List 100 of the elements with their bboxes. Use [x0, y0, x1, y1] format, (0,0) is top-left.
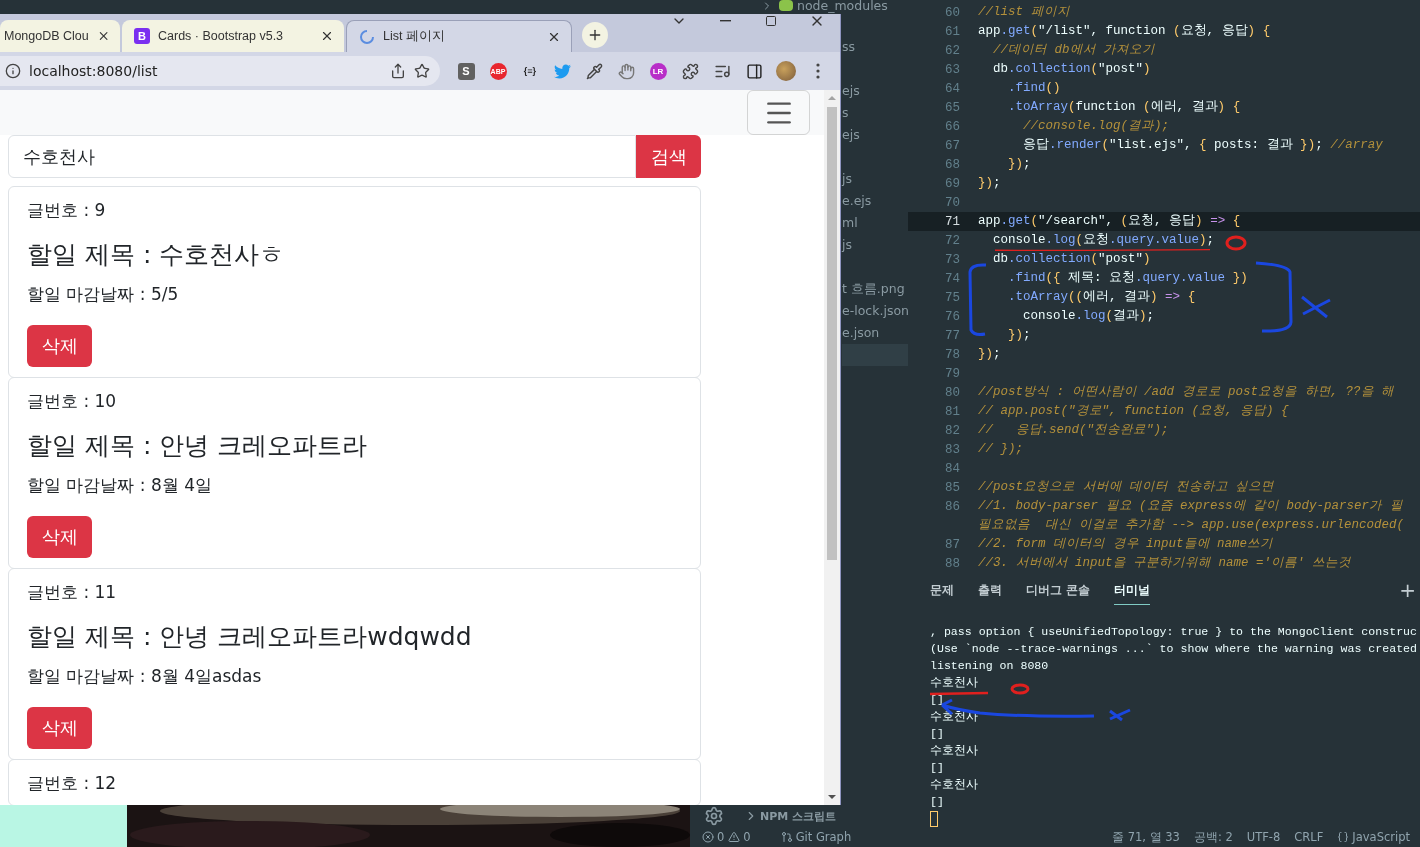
status-item[interactable]: 공백: 2 [1193, 829, 1233, 845]
code-line: //데이터 db에서 가져오기 [992, 42, 1156, 59]
line-number: 70 [944, 195, 960, 210]
file-name[interactable]: t 흐름.png [842, 283, 905, 295]
menu-toggle-button[interactable] [747, 90, 810, 135]
git-graph-status[interactable]: Git Graph [780, 830, 852, 844]
extension-icon: {≡} [523, 66, 537, 76]
extensions-icon [681, 62, 699, 80]
search-button[interactable]: 검색 [636, 135, 701, 178]
code-line: }); [978, 346, 1001, 363]
section-title[interactable]: NPM 스크립트 [760, 808, 837, 824]
maximize-icon [765, 15, 777, 27]
code-line: 필요없음 대신 이걸로 추가함 --> app.use(express.urlencoded( [978, 517, 1405, 534]
browser-tab[interactable]: MongoDB Clou [0, 20, 120, 52]
file-name[interactable]: ss [842, 41, 856, 53]
cross-mark [1108, 708, 1132, 722]
code-line: db.collection("post") [992, 61, 1151, 78]
line-number: 86 [944, 499, 960, 514]
code-line: //console.log(결과); [1022, 118, 1170, 135]
line-number: 63 [944, 62, 960, 77]
file-name[interactable]: s [842, 107, 849, 119]
code-line: // app.post("경로", function (요청, 응답) { [978, 403, 1289, 420]
file-name[interactable]: e-lock.json [842, 305, 909, 317]
post-due-date: 할일 마감날짜 : 8월 4일 [27, 474, 212, 497]
loading-spinner-icon [359, 28, 375, 45]
hand-icon [617, 62, 635, 80]
close-icon[interactable] [320, 29, 334, 43]
line-number: 71 [944, 214, 960, 229]
terminal-line: [] [930, 692, 944, 708]
panel-tab[interactable]: 출력 [978, 575, 1002, 605]
code-line: //3. 서버에서 input을 구분하기위해 name ='이름' 쓰는것 [978, 555, 1352, 572]
terminal-line: 수호천사 [930, 777, 978, 793]
scrollbar[interactable] [824, 90, 840, 805]
side-panel-icon [745, 62, 763, 80]
bootstrap-icon: B [134, 28, 150, 44]
panel-tab[interactable]: 터미널 [1114, 575, 1150, 605]
toolbar-button[interactable]: {≡} [514, 57, 546, 85]
code-line: //post요청으로 서버에 데이터 전송하고 싶으면 [978, 479, 1274, 496]
post-number: 글번호 : 9 [27, 199, 106, 222]
circle-mark [1010, 683, 1030, 695]
warnings-status[interactable]: 0 [728, 830, 751, 844]
code-line: console.log(결과); [1022, 308, 1155, 325]
post-due-date: 할일 마감날짜 : 8월 4일asdas [27, 665, 262, 688]
line-number: 74 [944, 271, 960, 286]
file-name[interactable]: js [842, 173, 852, 185]
line-number: 65 [944, 100, 960, 115]
toolbar-button[interactable]: LR [642, 57, 674, 85]
address-bar[interactable]: localhost:8080/list [0, 56, 440, 86]
status-item[interactable]: 줄 71, 열 33 [1112, 829, 1180, 845]
code-line: .toArray((에러, 결과) => { [1007, 289, 1196, 306]
terminal-line: [] [930, 760, 944, 776]
line-number: 69 [944, 176, 960, 191]
braces-icon [1337, 831, 1350, 843]
file-name[interactable]: ml [842, 217, 858, 229]
panel-tab[interactable]: 디버그 콘솔 [1026, 575, 1090, 605]
extension-icon: LR [649, 62, 667, 80]
terminal-line: [] [930, 794, 944, 810]
terminal-line: 수호천사 [930, 743, 978, 759]
plus-icon [587, 27, 603, 43]
post-title: 할일 제목 : 안녕 크레오파트라wdqwdd [27, 621, 472, 653]
errors-status[interactable]: 0 [702, 830, 725, 844]
toolbar-button[interactable]: S [450, 57, 482, 85]
status-item[interactable]: CRLF [1294, 829, 1324, 845]
file-name[interactable]: ejs [842, 129, 860, 141]
delete-button[interactable]: 삭제 [27, 516, 92, 558]
file-name[interactable]: node_modules [797, 0, 888, 12]
line-number: 75 [944, 290, 960, 305]
panel-tab[interactable]: 문제 [930, 575, 954, 605]
code-line: .find({ 제목: 요청.query.value }) [1007, 270, 1248, 287]
eyedropper-icon [585, 62, 603, 80]
post-number: 글번호 : 11 [27, 581, 117, 604]
search-field[interactable]: 수호천사 [8, 135, 636, 178]
line-number: 61 [944, 24, 960, 39]
file-name[interactable]: e.json [842, 327, 880, 339]
file-name[interactable]: e.ejs [842, 195, 872, 207]
status-item[interactable]: JavaScript [1337, 829, 1410, 845]
code-line: //2. form 데이터의 경우 input들에 name쓰기 [978, 536, 1274, 553]
new-tab-button[interactable] [582, 22, 608, 48]
error-icon [702, 831, 714, 843]
browser-tab[interactable]: List 페이지 [346, 20, 572, 52]
post-number: 글번호 : 10 [27, 390, 117, 413]
code-line: app.get("/list", function (요청, 응답) { [978, 23, 1271, 40]
file-name[interactable]: js [842, 239, 852, 251]
code-line: 응답.render("list.ejs", { posts: 결과 }); //array [1022, 137, 1383, 154]
file-name[interactable]: ejs [842, 85, 860, 97]
underline-mark [929, 691, 989, 696]
code-line: .toArray(function (에러, 결과) { [1007, 99, 1241, 116]
menu-icon [816, 63, 820, 79]
browser-tab[interactable]: B Cards · Bootstrap v5.3 [122, 20, 344, 52]
settings-icon[interactable] [704, 806, 724, 826]
new-terminal-button[interactable]: + [1399, 580, 1416, 600]
delete-button[interactable]: 삭제 [27, 325, 92, 367]
code-line: //1. body-parser 필요 (요즘 express에 같이 body-parser가 필 [978, 498, 1403, 515]
info-icon [5, 63, 21, 79]
delete-button[interactable]: 삭제 [27, 707, 92, 749]
profile-avatar [776, 61, 796, 81]
code-line: }); [1007, 327, 1031, 344]
status-item[interactable]: UTF-8 [1246, 829, 1281, 845]
line-number: 85 [944, 480, 960, 495]
terminal-line: [] [930, 726, 944, 742]
